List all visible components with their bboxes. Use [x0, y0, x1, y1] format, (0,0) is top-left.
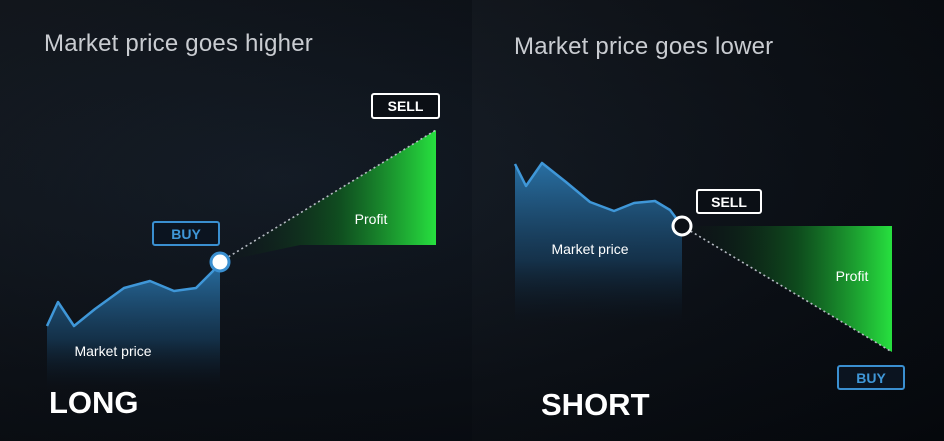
- diagram-stage: BUY SELL Profit Market price SELL BUY Pr…: [0, 0, 944, 441]
- short-market-price-label: Market price: [551, 241, 628, 257]
- short-profit-label: Profit: [836, 268, 869, 284]
- long-profit-label: Profit: [355, 211, 388, 227]
- short-entry-point: [671, 215, 693, 237]
- short-panel-title: Market price goes lower: [514, 33, 774, 60]
- long-sell-label: SELL: [388, 98, 424, 114]
- long-market-price-label: Market price: [74, 343, 151, 359]
- long-panel-title: Market price goes higher: [44, 30, 313, 57]
- long-buy-label: BUY: [171, 226, 201, 242]
- long-entry-point: [209, 251, 231, 273]
- short-buy-label: BUY: [856, 370, 886, 386]
- short-position-label: SHORT: [541, 387, 650, 422]
- short-sell-label: SELL: [711, 194, 747, 210]
- long-position-label: LONG: [49, 385, 139, 420]
- long-short-diagram: BUY SELL Profit Market price SELL BUY Pr…: [0, 0, 944, 441]
